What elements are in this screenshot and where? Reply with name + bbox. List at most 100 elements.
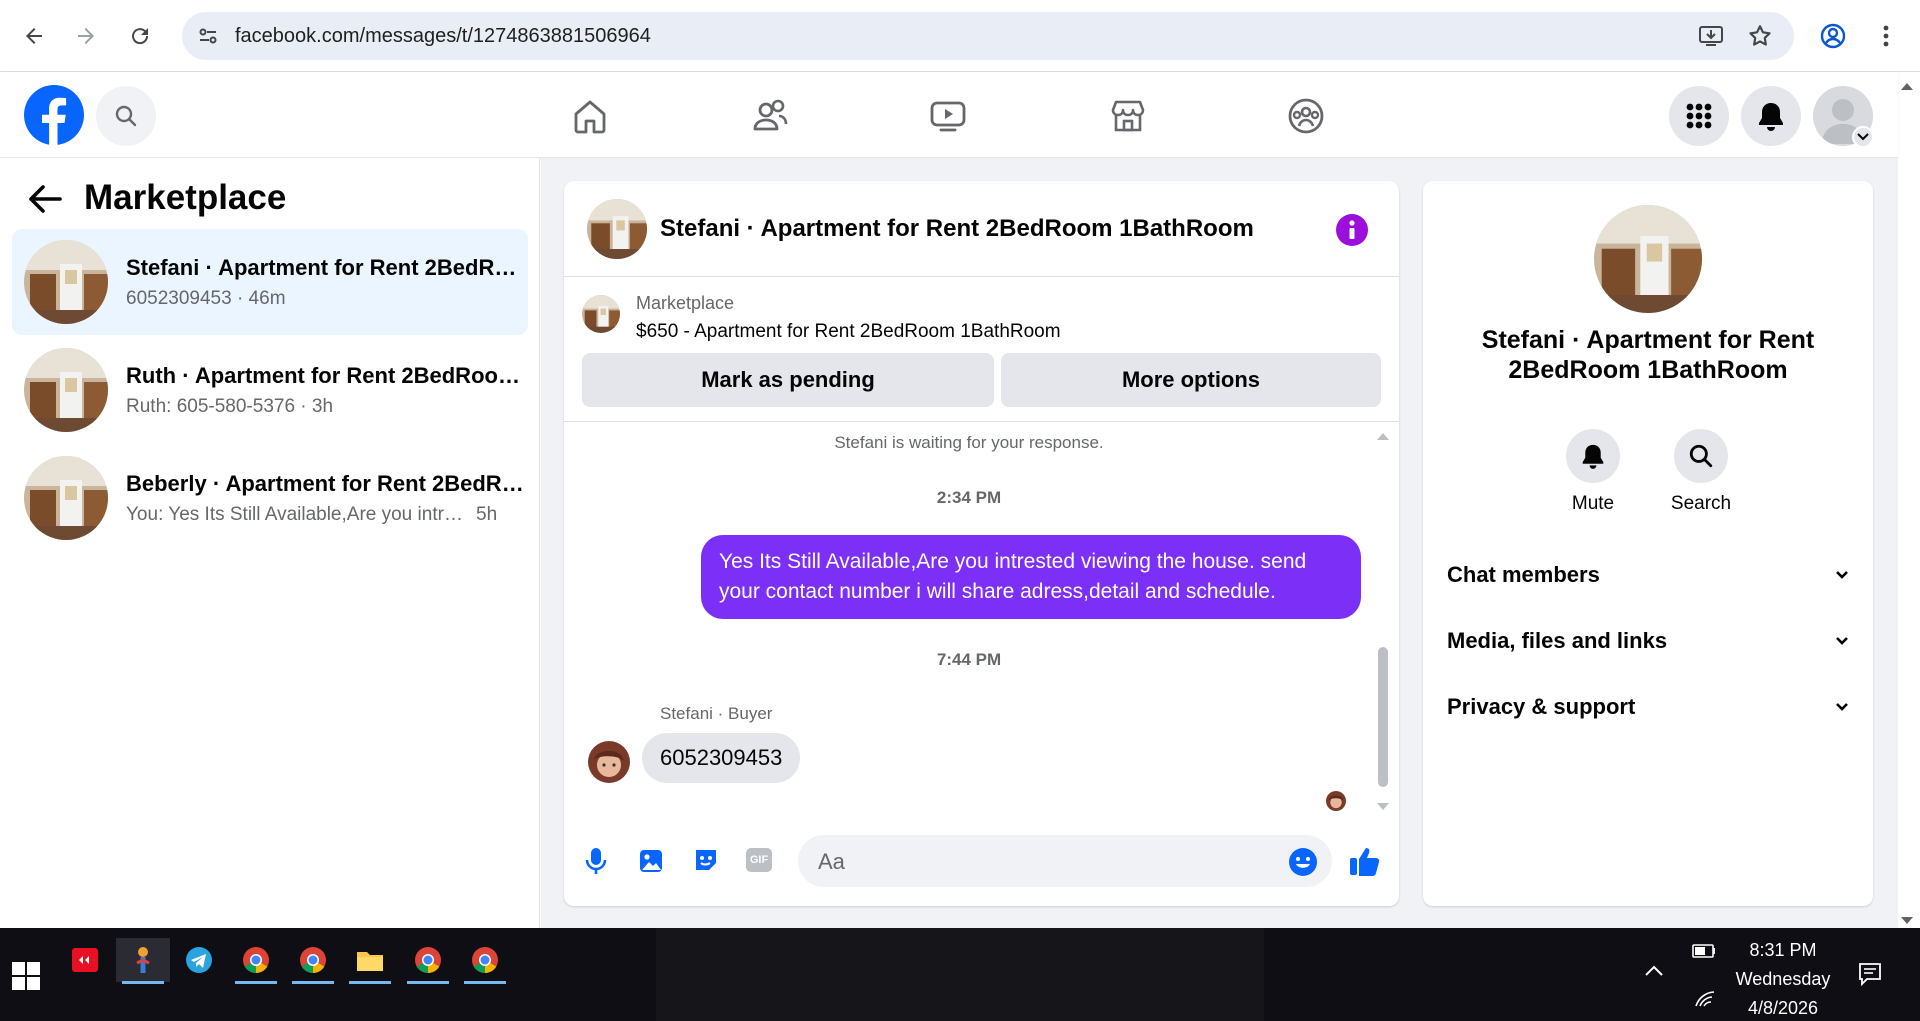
sticker-icon[interactable] xyxy=(692,846,720,879)
incoming-message[interactable]: 6052309453 xyxy=(642,733,801,783)
message-input[interactable]: Aa xyxy=(798,835,1332,887)
conversation-name: Beberly · Apartment for Rent 2BedRoom 1B… xyxy=(126,470,526,496)
chat-scrollbar-thumb[interactable] xyxy=(1378,647,1388,787)
url-text[interactable]: facebook.com/messages/t/1274863881506964 xyxy=(235,25,651,48)
friends-icon[interactable] xyxy=(748,94,792,138)
clock-date: 4/8/2026 xyxy=(1747,998,1819,1018)
listing-label: Marketplace xyxy=(636,293,735,313)
chat-info-name: Stefani · Apartment for Rent 2BedRoom 1B… xyxy=(1481,326,1815,384)
telegram-icon[interactable] xyxy=(172,938,226,982)
video-icon[interactable] xyxy=(926,94,970,138)
conversation-item[interactable]: Stefani · Apartment for Rent 2BedRoom 1B… xyxy=(12,229,528,335)
conversation-preview: 6052309453 · 46m xyxy=(126,287,286,309)
chat-scroll-down-icon[interactable] xyxy=(1376,799,1390,817)
divider xyxy=(564,421,1399,422)
gif-icon[interactable]: GIF xyxy=(746,848,772,872)
bookmark-star-icon[interactable] xyxy=(1747,23,1773,54)
chrome-icon[interactable] xyxy=(286,938,340,984)
back-arrow-icon[interactable] xyxy=(14,16,54,56)
listing-title[interactable]: $650 - Apartment for Rent 2BedRoom 1Bath… xyxy=(636,321,1061,343)
home-icon[interactable] xyxy=(568,94,612,138)
app-icon[interactable] xyxy=(116,938,170,984)
chrome-icon[interactable] xyxy=(401,938,455,984)
chevron-down-icon xyxy=(1836,703,1848,711)
more-options-button[interactable]: More options xyxy=(1001,353,1381,407)
clock[interactable]: 8:31 PM Wednesday 4/8/2026 xyxy=(1720,936,1846,1021)
listing-thumbnail[interactable] xyxy=(582,295,620,333)
chrome-icon[interactable] xyxy=(458,938,512,984)
conversation-time: 5h xyxy=(476,503,498,525)
mark-pending-button[interactable]: Mark as pending xyxy=(582,353,994,407)
sender-avatar[interactable] xyxy=(588,741,630,783)
file-explorer-icon[interactable] xyxy=(343,938,397,984)
privacy-support-section[interactable]: Privacy & support xyxy=(1447,687,1849,727)
conversation-preview: Ruth: 605-580-5376 · 3h xyxy=(126,395,334,417)
notification-center-icon[interactable] xyxy=(1858,962,1882,991)
chat-avatar[interactable] xyxy=(587,199,647,259)
conversation-item[interactable]: Ruth · Apartment for Rent 2BedRoom 1Bath… xyxy=(12,337,528,443)
windows-taskbar: 8:31 PM Wednesday 4/8/2026 xyxy=(0,928,1920,1021)
image-icon[interactable] xyxy=(638,846,664,879)
search-icon[interactable] xyxy=(96,86,156,146)
microphone-icon[interactable] xyxy=(584,846,608,881)
section-label: Chat members xyxy=(1447,562,1600,587)
chevron-down-icon xyxy=(1836,571,1848,579)
mute-bell-icon[interactable] xyxy=(1566,429,1620,483)
chat-title[interactable]: Stefani · Apartment for Rent 2BedRoom 1B… xyxy=(660,215,1254,243)
browser-toolbar: facebook.com/messages/t/1274863881506964 xyxy=(0,0,1920,72)
install-app-icon[interactable] xyxy=(1698,24,1724,53)
section-label: Media, files and links xyxy=(1447,628,1668,653)
search-button[interactable]: Search xyxy=(1646,429,1756,515)
address-bar[interactable]: facebook.com/messages/t/1274863881506964 xyxy=(182,12,1794,60)
wifi-icon[interactable] xyxy=(1694,990,1716,1013)
timestamp: 2:34 PM xyxy=(936,488,1002,507)
info-icon[interactable] xyxy=(1336,214,1368,246)
app-icon[interactable] xyxy=(58,938,112,982)
battery-icon[interactable] xyxy=(1692,944,1716,963)
facebook-header xyxy=(0,72,1898,158)
reload-icon[interactable] xyxy=(120,16,160,56)
chrome-icon[interactable] xyxy=(229,938,283,984)
notifications-icon[interactable] xyxy=(1741,86,1801,146)
timestamp: 7:44 PM xyxy=(936,650,1002,669)
page-scroll-up-icon[interactable] xyxy=(1900,78,1914,96)
media-files-links-section[interactable]: Media, files and links xyxy=(1447,621,1849,661)
chat-panel: Stefani · Apartment for Rent 2BedRoom 1B… xyxy=(564,181,1399,906)
listing-thumbnail xyxy=(24,240,108,324)
search-label: Search xyxy=(1670,493,1732,514)
chat-members-section[interactable]: Chat members xyxy=(1447,555,1849,595)
facebook-logo-icon[interactable] xyxy=(24,85,84,145)
message-input-placeholder: Aa xyxy=(818,849,845,874)
sender-label: Stefani · Buyer xyxy=(660,704,773,723)
clock-time: 8:31 PM xyxy=(1749,940,1817,960)
mute-label: Mute xyxy=(1571,493,1615,514)
conversation-list-pane: Marketplace Stefani · Apartment for Rent… xyxy=(0,158,540,928)
back-arrow-icon[interactable] xyxy=(28,184,62,219)
site-settings-icon[interactable] xyxy=(196,24,220,53)
conversation-item[interactable]: Beberly · Apartment for Rent 2BedRoom 1B… xyxy=(12,445,528,551)
chevron-down-icon xyxy=(1836,637,1848,645)
groups-icon[interactable] xyxy=(1284,94,1328,138)
windows-start-icon[interactable] xyxy=(12,962,40,995)
marketplace-icon[interactable] xyxy=(1106,94,1150,138)
tray-chevron-up-icon[interactable] xyxy=(1644,964,1664,982)
section-label: Privacy & support xyxy=(1447,694,1636,719)
more-vert-icon[interactable] xyxy=(1866,16,1906,56)
menu-grid-icon[interactable] xyxy=(1669,86,1729,146)
chevron-down-icon[interactable] xyxy=(1852,126,1874,148)
wallpaper-preview xyxy=(656,928,1264,1021)
profile-icon[interactable] xyxy=(1813,16,1853,56)
search-icon[interactable] xyxy=(1674,429,1728,483)
mute-button[interactable]: Mute xyxy=(1538,429,1648,515)
outgoing-message[interactable]: Yes Its Still Available,Are you intreste… xyxy=(701,535,1361,619)
conversation-preview: You: Yes Its Still Available,Are you int… xyxy=(126,503,466,525)
forward-arrow-icon[interactable] xyxy=(66,16,106,56)
waiting-notice: Stefani is waiting for your response. xyxy=(834,433,1104,452)
emoji-icon[interactable] xyxy=(1288,847,1318,882)
chat-info-avatar[interactable] xyxy=(1594,205,1702,313)
chat-scroll-up-icon[interactable] xyxy=(1376,428,1390,446)
chat-info-panel: Stefani · Apartment for Rent 2BedRoom 1B… xyxy=(1423,181,1873,906)
thumbs-up-icon[interactable] xyxy=(1348,845,1382,882)
conversation-name: Stefani · Apartment for Rent 2BedRoom 1B… xyxy=(126,254,526,280)
clock-day: Wednesday xyxy=(1735,969,1831,989)
